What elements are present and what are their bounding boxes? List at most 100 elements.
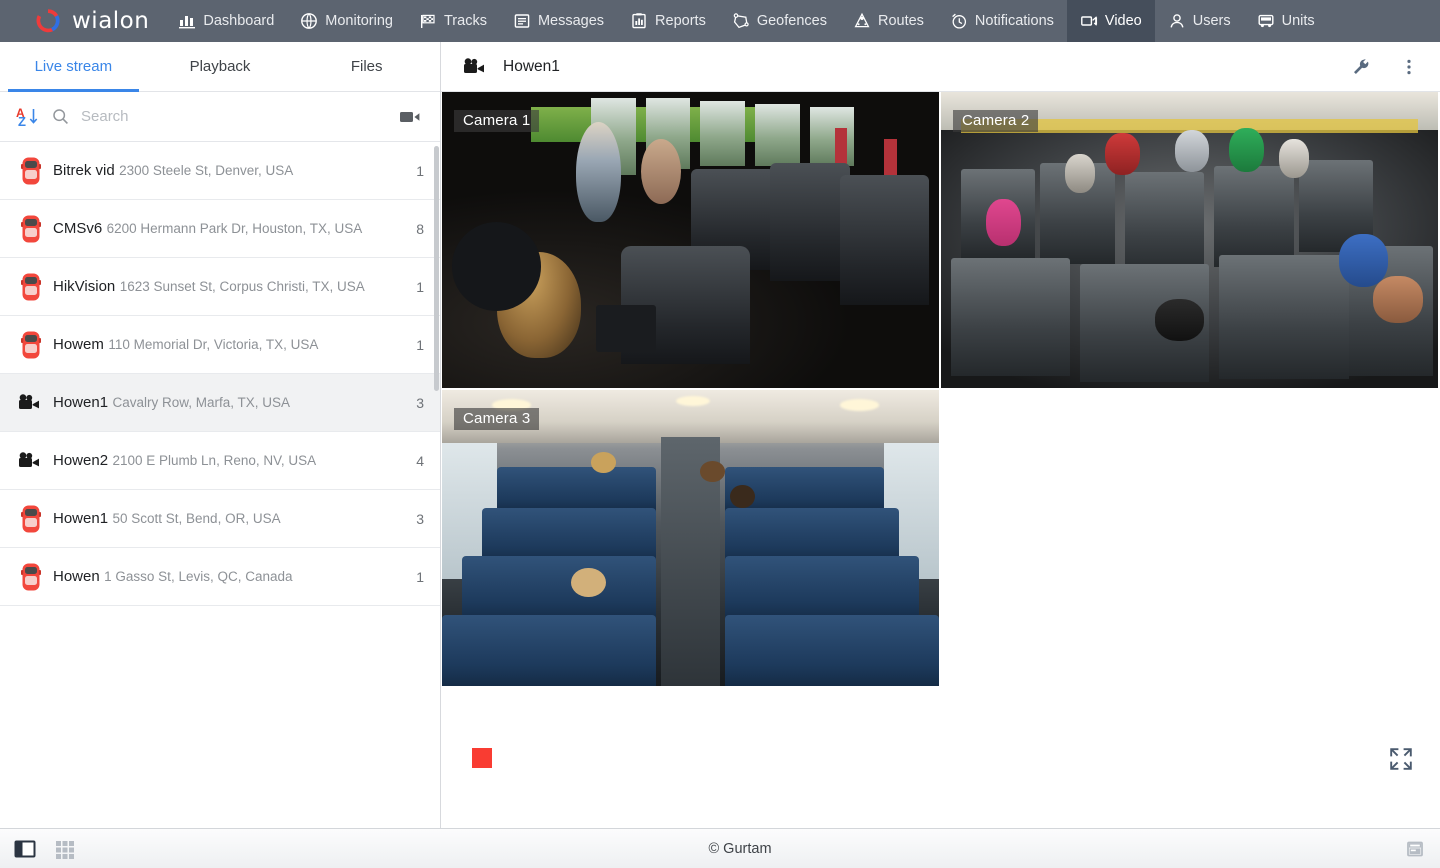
sort-alpha-asc-icon[interactable]: AZ [16, 106, 40, 128]
nav-item-label: Notifications [975, 13, 1054, 29]
stop-record-square-icon[interactable] [472, 748, 492, 768]
search-input[interactable] [81, 108, 386, 125]
nav-item-tracks[interactable]: Tracks [406, 0, 500, 42]
camera-cell-1[interactable]: Camera 1 [442, 92, 939, 388]
unit-name: Howem [53, 336, 104, 353]
camera-cell-4-empty[interactable] [941, 390, 1438, 686]
list-item-text: CMSv6 6200 Hermann Park Dr, Houston, TX,… [46, 219, 406, 238]
globe-icon [300, 12, 318, 30]
tab-files[interactable]: Files [293, 42, 440, 91]
unit-address: 50 Scott St, Bend, OR, USA [113, 511, 281, 526]
camera-cell-2[interactable]: Camera 2 [941, 92, 1438, 388]
list-item-text: Bitrek vid 2300 Steele St, Denver, USA [46, 161, 406, 180]
bus-icon [1257, 12, 1275, 30]
nav-item-geofences[interactable]: Geofences [719, 0, 840, 42]
nav-item-notifications[interactable]: Notifications [937, 0, 1067, 42]
car-icon [16, 330, 46, 360]
nav-item-label: Geofences [757, 13, 827, 29]
camera-label: Camera 2 [953, 110, 1038, 132]
page-title: Howen1 [503, 58, 1330, 76]
checkered-flag-icon [419, 12, 437, 30]
user-icon [1168, 12, 1186, 30]
unit-name: Howen2 [53, 452, 108, 469]
list-item[interactable]: HikVision 1623 Sunset St, Corpus Christi… [0, 258, 440, 316]
movie-camera-icon [16, 393, 46, 413]
video-filter-icon[interactable] [398, 108, 422, 126]
unit-name: HikVision [53, 278, 115, 295]
nav-item-reports[interactable]: Reports [617, 0, 719, 42]
kebab-menu-icon[interactable] [1392, 50, 1426, 84]
nav-item-routes[interactable]: Routes [840, 0, 937, 42]
tab-label: Files [351, 58, 383, 75]
list-item-selected[interactable]: Howen1 Cavalry Row, Marfa, TX, USA 3 [0, 374, 440, 432]
top-navigation-bar: wialon Dashboard Monitoring Tracks Messa… [0, 0, 1440, 42]
nav-item-label: Units [1282, 13, 1315, 29]
unit-camera-count: 1 [406, 163, 424, 179]
search-icon [52, 108, 69, 125]
list-item[interactable]: CMSv6 6200 Hermann Park Dr, Houston, TX,… [0, 200, 440, 258]
movie-camera-icon [463, 57, 489, 77]
unit-camera-count: 4 [406, 453, 424, 469]
unit-list[interactable]: Bitrek vid 2300 Steele St, Denver, USA 1… [0, 142, 440, 828]
nav-item-label: Users [1193, 13, 1231, 29]
nav-item-dashboard[interactable]: Dashboard [165, 0, 287, 42]
unit-camera-count: 3 [406, 511, 424, 527]
nav-item-units[interactable]: Units [1244, 0, 1328, 42]
nav-item-messages[interactable]: Messages [500, 0, 617, 42]
nav-item-monitoring[interactable]: Monitoring [287, 0, 406, 42]
unit-camera-count: 8 [406, 221, 424, 237]
unit-camera-count: 1 [406, 569, 424, 585]
scrollbar-thumb[interactable] [434, 146, 439, 391]
camera-grid-area: Camera 1 [441, 92, 1440, 828]
report-chart-icon [630, 12, 648, 30]
nav-item-label: Routes [878, 13, 924, 29]
camera-grid: Camera 1 [442, 92, 1438, 684]
footer-right-controls [1404, 838, 1426, 860]
unit-name: CMSv6 [53, 220, 102, 237]
main-content: Live stream Playback Files AZ [0, 42, 1440, 828]
list-item[interactable]: Howen2 2100 E Plumb Ln, Reno, NV, USA 4 [0, 432, 440, 490]
nav-item-video[interactable]: Video [1067, 0, 1155, 42]
list-item[interactable]: Howen 1 Gasso St, Levis, QC, Canada 1 [0, 548, 440, 606]
sidebar-panel-icon[interactable] [14, 838, 36, 860]
nav-item-label: Reports [655, 13, 706, 29]
brand-name: wialon [72, 8, 149, 34]
sidebar-tabs: Live stream Playback Files [0, 42, 440, 92]
alarm-clock-icon [950, 12, 968, 30]
camera-label: Camera 1 [454, 110, 539, 132]
unit-address: 1 Gasso St, Levis, QC, Canada [104, 569, 292, 584]
copyright-text: © Gurtam [708, 841, 771, 857]
sidebar: Live stream Playback Files AZ [0, 42, 441, 828]
movie-camera-icon [16, 451, 46, 471]
unit-name: Bitrek vid [53, 162, 115, 179]
footer-left-controls [14, 838, 76, 860]
nav-item-label: Dashboard [203, 13, 274, 29]
nav-item-label: Monitoring [325, 13, 393, 29]
grid-layout-icon[interactable] [54, 838, 76, 860]
nav-item-label: Messages [538, 13, 604, 29]
car-icon [16, 562, 46, 592]
list-item-text: Howen 1 Gasso St, Levis, QC, Canada [46, 567, 406, 586]
unit-address: 110 Memorial Dr, Victoria, TX, USA [108, 337, 318, 352]
nav-items: Dashboard Monitoring Tracks Messages Rep… [165, 0, 1327, 42]
list-item[interactable]: Bitrek vid 2300 Steele St, Denver, USA 1 [0, 142, 440, 200]
unit-address: Cavalry Row, Marfa, TX, USA [113, 395, 291, 410]
list-item[interactable]: Howen1 50 Scott St, Bend, OR, USA 3 [0, 490, 440, 548]
sidebar-scrollbar[interactable] [433, 142, 440, 828]
nav-item-users[interactable]: Users [1155, 0, 1244, 42]
car-icon [16, 272, 46, 302]
nav-item-label: Video [1105, 13, 1142, 29]
camera-cell-3[interactable]: Camera 3 [442, 390, 939, 686]
list-item-text: Howen2 2100 E Plumb Ln, Reno, NV, USA [46, 451, 406, 470]
tab-live-stream[interactable]: Live stream [0, 42, 147, 91]
search-bar: AZ [0, 92, 440, 142]
list-item-text: Howem 110 Memorial Dr, Victoria, TX, USA [46, 335, 406, 354]
bottom-panel-icon[interactable] [1404, 838, 1426, 860]
unit-address: 2300 Steele St, Denver, USA [119, 163, 293, 178]
list-item[interactable]: Howem 110 Memorial Dr, Victoria, TX, USA… [0, 316, 440, 374]
tab-playback[interactable]: Playback [147, 42, 294, 91]
wrench-icon[interactable] [1344, 50, 1378, 84]
fullscreen-expand-icon[interactable] [1388, 746, 1414, 772]
tab-label: Playback [190, 58, 251, 75]
unit-camera-count: 3 [406, 395, 424, 411]
